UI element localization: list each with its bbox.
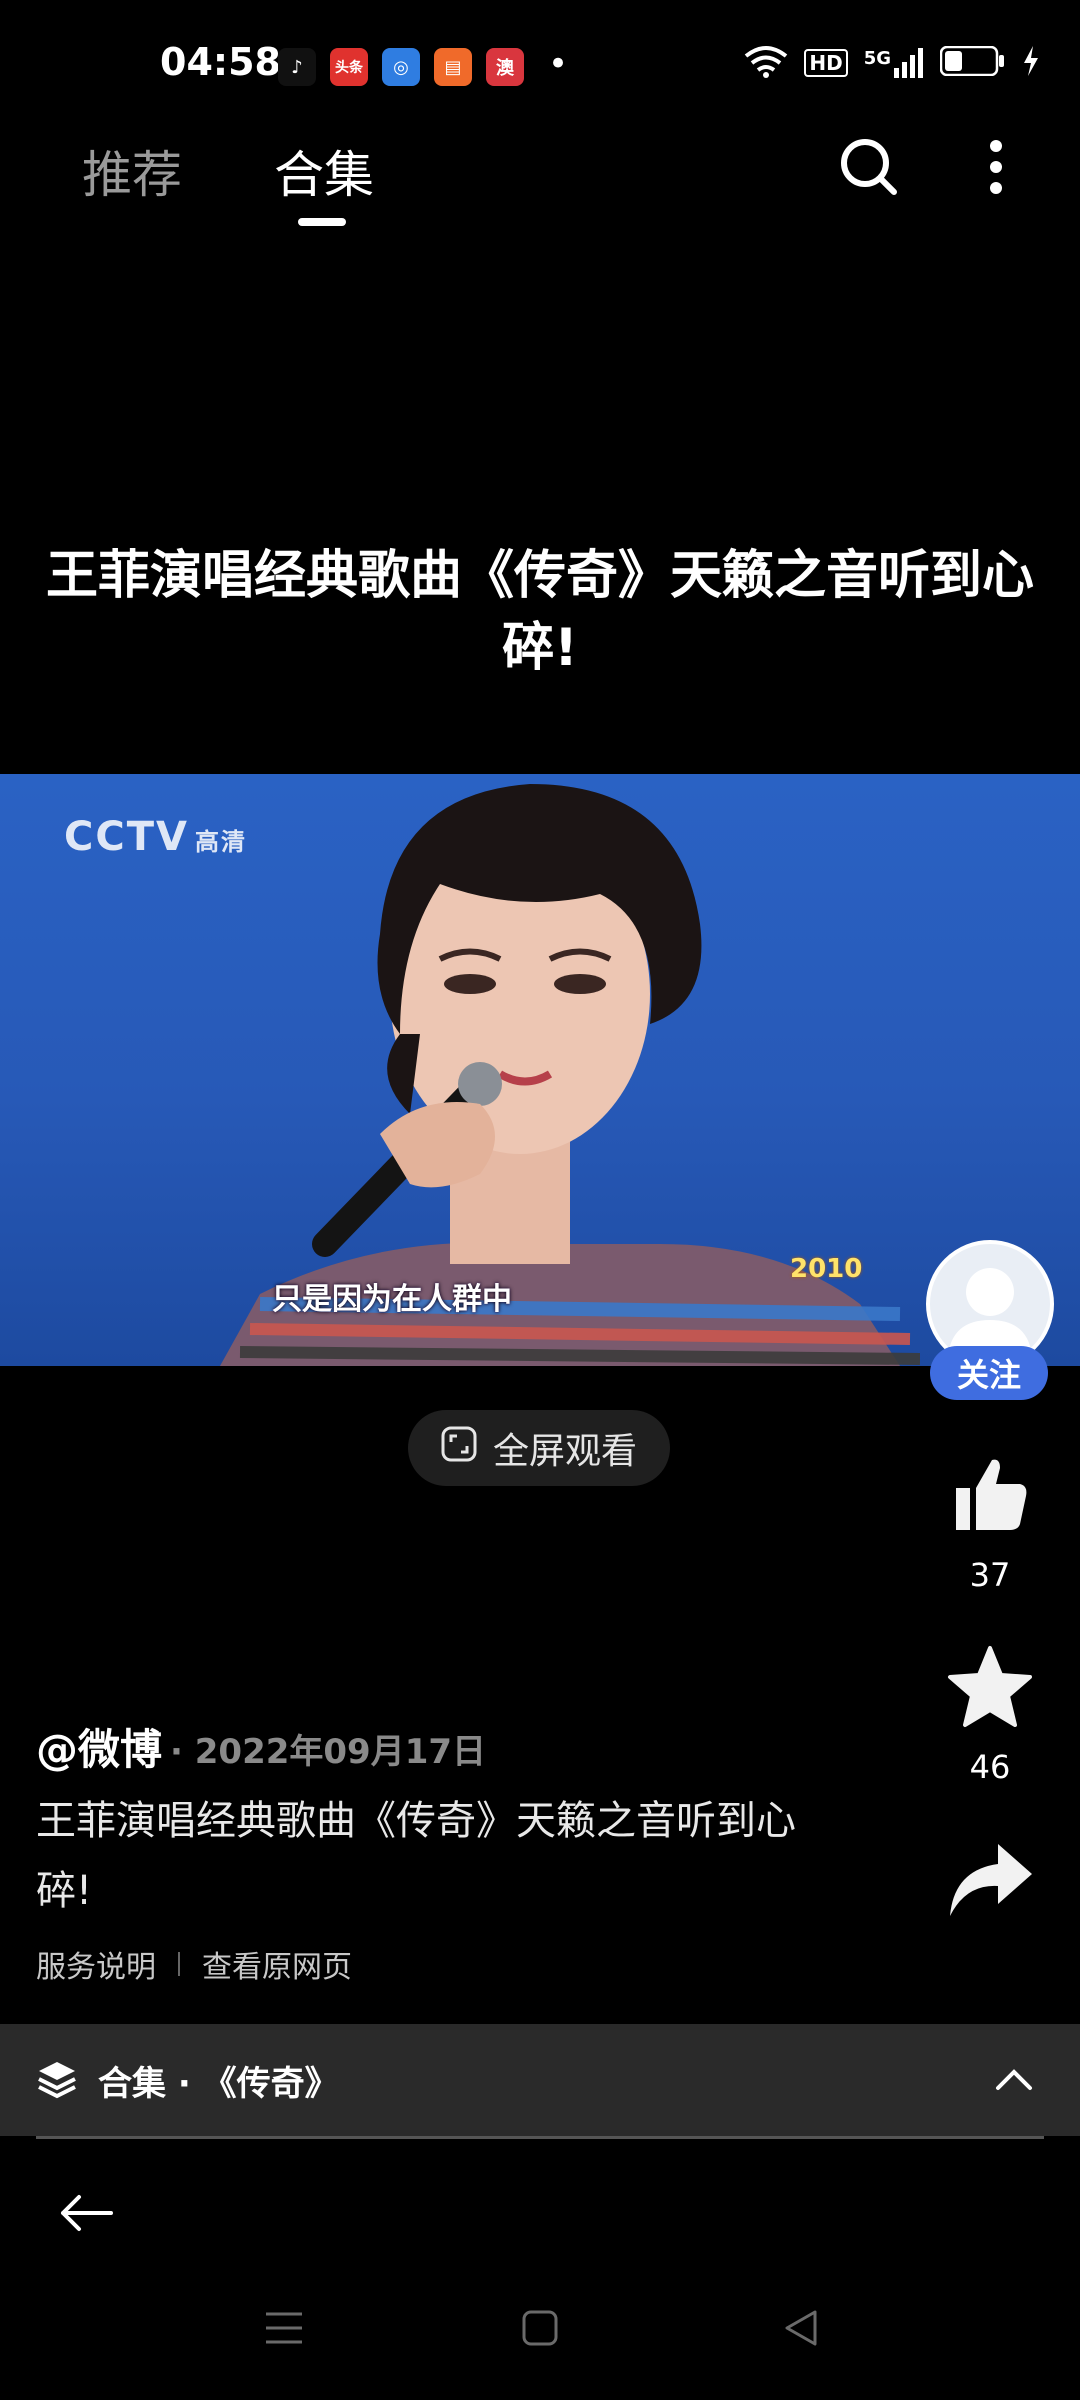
news-icon: 澳 — [486, 48, 524, 86]
home-square-icon — [521, 2309, 559, 2351]
collection-title: 合集 · 《传奇》 — [98, 2063, 339, 2104]
status-time: 04:58 — [160, 40, 281, 84]
video-player[interactable]: CCTV 高清 只是因为在人群中 2010 — [0, 774, 1080, 1366]
nav-back-button[interactable] — [770, 2300, 830, 2360]
like-count: 37 — [969, 1556, 1011, 1594]
wifi-icon — [744, 44, 788, 82]
nav-home-button[interactable] — [510, 2300, 570, 2360]
menu-icon — [264, 2310, 304, 2350]
more-vert-icon — [988, 138, 1004, 200]
fullscreen-icon — [441, 1426, 477, 1471]
favorite-count: 46 — [969, 1748, 1011, 1786]
fullscreen-label: 全屏观看 — [492, 1431, 637, 1472]
active-tab-indicator — [298, 218, 346, 226]
service-info-link[interactable]: 服务说明 — [36, 1942, 156, 1986]
chevron-up-icon[interactable] — [994, 2068, 1034, 2092]
follow-button[interactable]: 关注 — [930, 1346, 1048, 1400]
search-button[interactable] — [836, 136, 902, 202]
battery-icon — [939, 45, 1006, 80]
arrow-left-icon — [57, 2193, 113, 2237]
video-subtitle: 只是因为在人群中 — [272, 1282, 512, 1317]
back-button[interactable] — [50, 2180, 120, 2250]
collection-bar[interactable]: 合集 · 《传奇》 — [0, 2024, 1080, 2136]
tab-collection[interactable]: 合集 — [274, 135, 374, 207]
like-button[interactable] — [944, 1450, 1036, 1542]
browser-icon: ◎ — [382, 48, 420, 86]
collection-divider — [36, 2136, 1044, 2139]
signal-icon: 5G — [864, 48, 924, 78]
view-original-link[interactable]: 查看原网页 — [202, 1942, 352, 1986]
thumbs-up-icon — [948, 1452, 1032, 1540]
toutiao-icon: 头条 — [330, 48, 368, 86]
star-icon — [946, 1644, 1034, 1736]
charging-icon — [1022, 46, 1040, 80]
post-description: 王菲演唱经典歌曲《传奇》天籁之音听到心碎! — [36, 1798, 796, 1914]
author-name[interactable]: @微博 — [36, 1716, 162, 1777]
tiktok-icon: ♪ — [278, 48, 316, 86]
share-button[interactable] — [944, 1836, 1036, 1928]
search-icon — [840, 138, 898, 200]
more-button[interactable] — [976, 136, 1016, 202]
channel-logo-text: CCTV — [64, 814, 189, 860]
reader-icon: ▤ — [434, 48, 472, 86]
favorite-button[interactable] — [944, 1644, 1036, 1736]
post-date-value: 2022年09月17日 — [194, 1732, 487, 1772]
back-triangle-icon — [781, 2308, 819, 2352]
event-badge: 2010 — [790, 1254, 863, 1284]
post-links: 服务说明 查看原网页 — [36, 1942, 352, 1986]
date-separator: · — [170, 1732, 183, 1772]
network-type: 5G — [863, 48, 891, 69]
link-divider — [178, 1952, 180, 1976]
nav-menu-button[interactable] — [254, 2300, 314, 2360]
video-title: 王菲演唱经典歌曲《传奇》天籁之音听到心碎! — [45, 546, 1034, 678]
share-arrow-icon — [946, 1840, 1034, 1924]
post-date: · 2022年09月17日 — [170, 1724, 486, 1773]
notification-dot: • — [548, 44, 569, 84]
fullscreen-button[interactable]: 全屏观看 — [408, 1410, 670, 1486]
status-bar: 04:58 ♪ 头条 ◎ ▤ 澳 • HD 5G — [0, 0, 1080, 130]
tab-recommend[interactable]: 推荐 — [82, 135, 182, 207]
layers-icon — [36, 2059, 78, 2101]
hd-icon: HD — [804, 49, 848, 77]
status-right: HD 5G — [744, 44, 1040, 82]
